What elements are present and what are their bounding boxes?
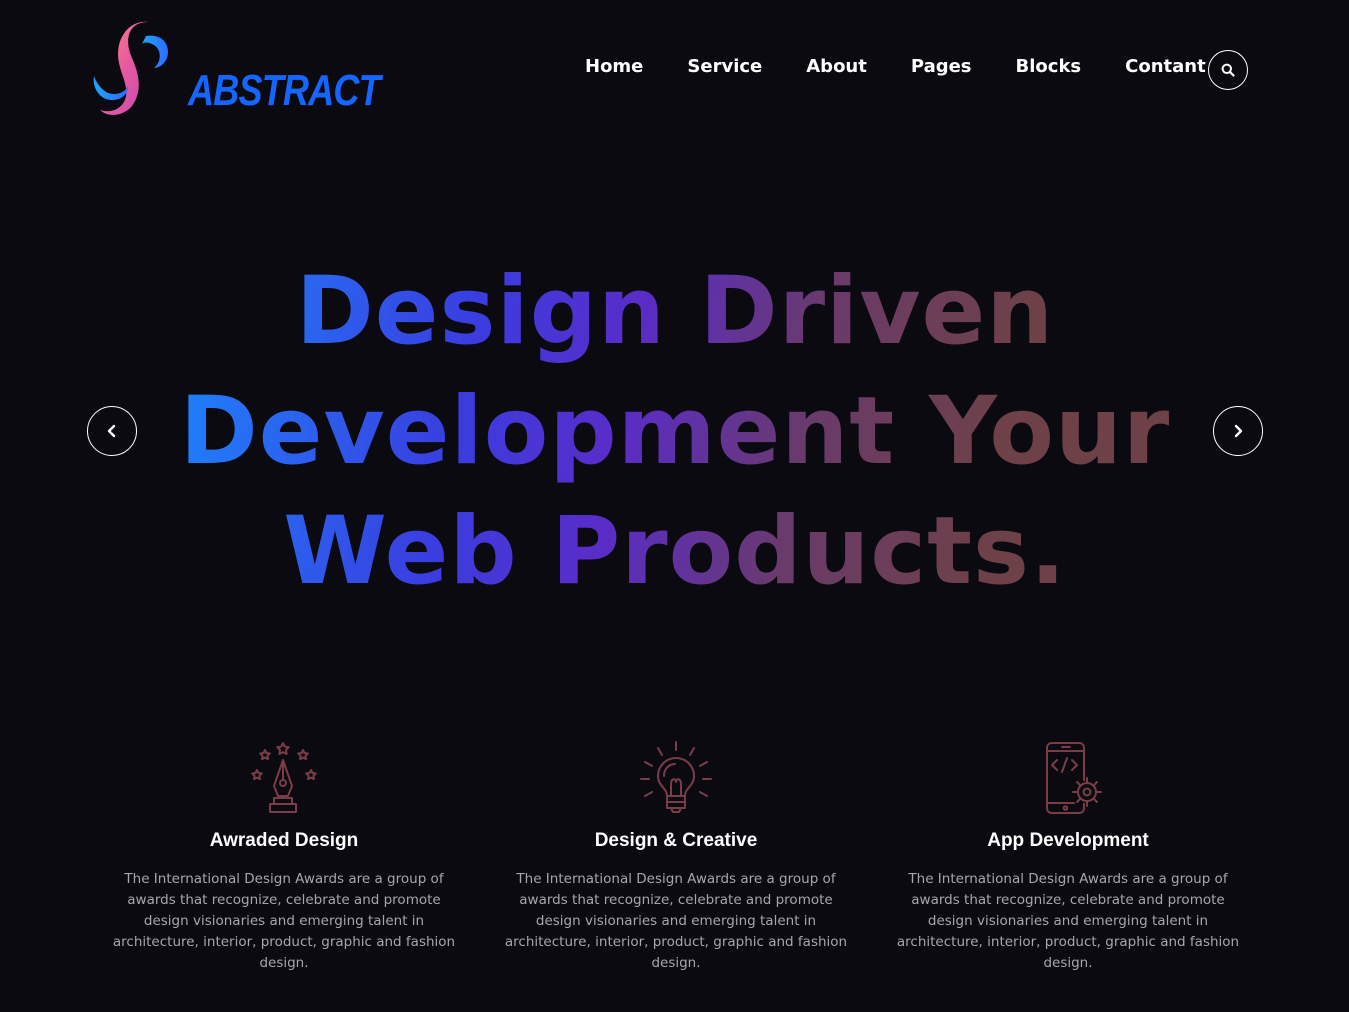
feature-card: App Development The International Design… xyxy=(872,738,1264,974)
logo-swirl-icon xyxy=(93,21,168,115)
hero-line-3: Web Products. xyxy=(283,497,1067,606)
feature-title: Awraded Design xyxy=(209,830,359,851)
mobile-code-gear-icon xyxy=(872,738,1264,818)
slider-next-button[interactable] xyxy=(1213,406,1263,456)
nav-item-contant[interactable]: Contant xyxy=(1125,56,1206,77)
feature-title: Design & Creative xyxy=(594,830,758,851)
hero-line-1: Design Driven xyxy=(295,257,1055,366)
chevron-left-icon xyxy=(107,424,116,438)
main-nav: Home Service About Pages Blocks Contant xyxy=(585,56,1206,77)
feature-card: Design & Creative The International Desi… xyxy=(480,738,872,974)
nav-item-blocks[interactable]: Blocks xyxy=(1016,56,1082,77)
hero-headline: Design Driven Development Your Web Produ… xyxy=(150,252,1200,612)
search-icon xyxy=(1221,63,1235,77)
feature-description: The International Design Awards are a gr… xyxy=(504,871,848,971)
feature-card: Awraded Design The International Design … xyxy=(88,738,480,974)
hero-line-2: Development Your xyxy=(179,377,1171,486)
lightbulb-icon xyxy=(480,738,872,818)
chevron-right-icon xyxy=(1234,424,1243,438)
brand-name: ABSTRACT xyxy=(188,66,381,115)
nav-item-home[interactable]: Home xyxy=(585,56,643,77)
feature-title: App Development xyxy=(987,830,1149,851)
nav-item-about[interactable]: About xyxy=(806,56,867,77)
features-section: Awraded Design The International Design … xyxy=(88,738,1264,974)
slider-prev-button[interactable] xyxy=(87,406,137,456)
feature-description: The International Design Awards are a gr… xyxy=(896,871,1240,971)
search-button[interactable] xyxy=(1208,50,1248,90)
feature-description: The International Design Awards are a gr… xyxy=(112,871,456,971)
brand-logo[interactable]: ABSTRACT xyxy=(88,18,381,122)
page: ABSTRACT Home Service About Pages Blocks… xyxy=(0,0,1349,1012)
pen-stars-icon xyxy=(88,738,480,818)
nav-item-service[interactable]: Service xyxy=(687,56,762,77)
nav-item-pages[interactable]: Pages xyxy=(911,56,972,77)
